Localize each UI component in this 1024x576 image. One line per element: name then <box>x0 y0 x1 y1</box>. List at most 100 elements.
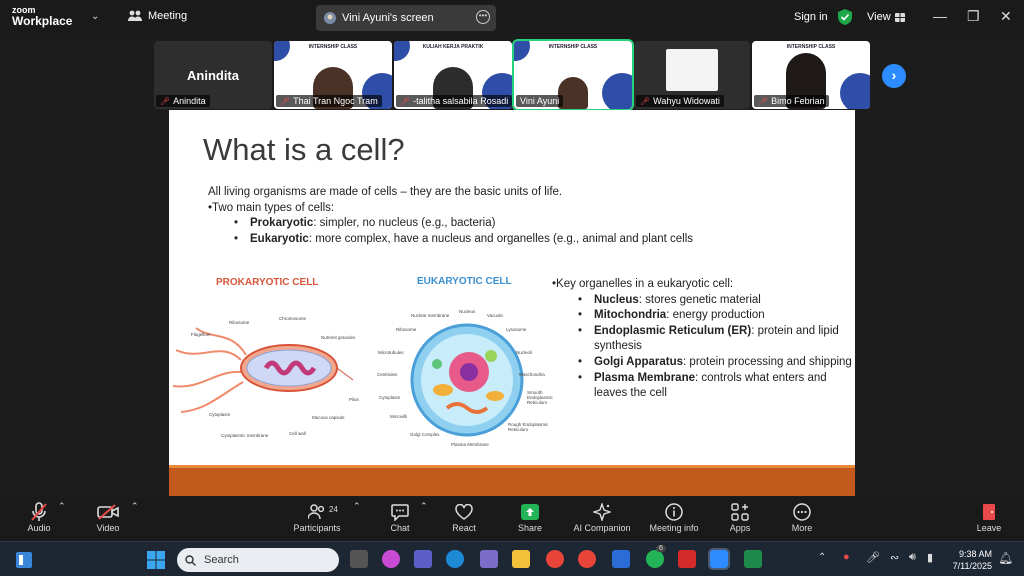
diagram-label: Microvilli <box>390 414 408 419</box>
show-hidden-icons-chevron-icon[interactable]: ⌃ <box>818 552 826 563</box>
word-icon[interactable] <box>612 550 630 568</box>
wifi-icon[interactable]: ∾ <box>890 551 899 564</box>
teams-icon[interactable] <box>414 550 432 568</box>
chat-options-chevron-icon[interactable]: ⌃ <box>420 501 428 512</box>
task-view-icon[interactable] <box>350 550 368 568</box>
widgets-icon[interactable] <box>16 552 32 568</box>
edge-icon[interactable] <box>446 550 464 568</box>
participant-tile[interactable]: INTERNSHIP CLASS 🎤︎ Thai Tran Ngoc Tram <box>274 41 392 109</box>
whatsapp-icon[interactable] <box>646 550 664 568</box>
participants-options-chevron-icon[interactable]: ⌃ <box>353 501 361 512</box>
video-button[interactable]: Video <box>93 501 123 533</box>
chrome-profile-icon[interactable] <box>578 550 596 568</box>
audio-button[interactable]: Audio <box>24 501 54 533</box>
participant-big-name: Anindita <box>187 68 239 83</box>
term: Nucleus <box>594 293 639 306</box>
store-icon[interactable] <box>480 550 498 568</box>
video-header-text: INTERNSHIP CLASS <box>308 44 358 50</box>
screen-tab-label: Vini Ayuni's screen <box>342 12 434 24</box>
minimize-button[interactable]: — <box>933 8 947 24</box>
restore-button[interactable]: ❐ <box>967 8 980 25</box>
list-item: Endoplasmic Reticulum (ER): protein and … <box>578 324 852 355</box>
more-label: More <box>791 523 813 533</box>
slide-title: What is a cell? <box>203 132 405 167</box>
next-page-chevron-icon[interactable]: › <box>882 64 906 88</box>
list-item: Mitochondria: energy production <box>578 308 852 324</box>
zoom-logo-workplace: Workplace <box>12 14 73 28</box>
apps-button[interactable]: Apps <box>726 501 754 533</box>
participant-name: Anindita <box>173 96 206 106</box>
term: Mitochondria <box>594 309 667 322</box>
close-button[interactable]: ✕ <box>1000 8 1012 25</box>
zoom-taskbar-icon[interactable] <box>708 548 730 570</box>
apps-label: Apps <box>729 523 751 533</box>
acrobat-icon[interactable] <box>678 550 696 568</box>
leave-label: Leave <box>976 523 1002 533</box>
clock-date: 7/11/2025 <box>952 561 992 571</box>
diagram-label: Mucous capsule <box>312 415 345 420</box>
meeting-info-label: Meeting info <box>649 523 699 533</box>
audio-options-chevron-icon[interactable]: ⌃ <box>58 501 66 512</box>
react-button[interactable]: React <box>450 501 478 533</box>
app-menu-chevron-icon[interactable]: ⌄ <box>91 11 99 22</box>
more-options-icon[interactable]: ••• <box>476 10 490 24</box>
diagram-label: Pilus <box>349 397 359 402</box>
participant-tile[interactable]: INTERNSHIP CLASS 🎤︎ Bimo Febrian <box>752 41 870 109</box>
more-dots-icon <box>793 503 811 521</box>
meeting-menu[interactable]: Meeting <box>128 10 187 22</box>
notifications-icon[interactable]: 🔔︎ <box>998 551 1013 565</box>
diagram-label: Golgi Complex <box>410 432 440 437</box>
view-button[interactable]: View <box>867 11 905 23</box>
copilot-icon[interactable] <box>382 550 400 568</box>
battery-icon[interactable]: ▮ <box>927 551 933 564</box>
participant-tile[interactable]: 🎤︎ Wahyu Widowati <box>634 41 750 109</box>
muted-mic-icon: 🎤︎ <box>400 96 411 106</box>
participant-name-bar: 🎤︎ Bimo Febrian <box>754 95 829 107</box>
diagram-label: Cytoplasm <box>209 412 231 417</box>
participant-shared-image <box>666 49 718 91</box>
meeting-info-button[interactable]: Meeting info <box>645 501 703 533</box>
list-item: Golgi Apparatus: protein processing and … <box>578 355 852 371</box>
user-avatar-icon <box>324 12 336 24</box>
muted-mic-icon: 🎤︎ <box>280 96 291 106</box>
chrome-icon[interactable] <box>546 550 564 568</box>
types-header: •Two main types of cells: <box>208 201 335 214</box>
more-button[interactable]: More <box>788 501 816 533</box>
share-button[interactable]: Share <box>516 501 544 533</box>
diagram-label: Chromosome <box>279 316 307 321</box>
video-options-chevron-icon[interactable]: ⌃ <box>131 501 139 512</box>
participant-tile[interactable]: Anindita 🎤︎ Anindita <box>154 41 272 109</box>
excel-icon[interactable] <box>744 550 762 568</box>
microphone-tray-icon[interactable]: 🎤︎ <box>866 551 880 564</box>
diagram-label: Plasma Membrane <box>451 442 489 447</box>
participant-name-bar: 🎤︎ Wahyu Widowati <box>636 95 724 107</box>
clock-time: 9:38 AM <box>958 549 992 559</box>
intro-text: All living organisms are made of cells –… <box>208 186 563 198</box>
share-screen-icon <box>521 504 539 520</box>
ai-companion-button[interactable]: AI Companion <box>570 501 634 533</box>
volume-icon[interactable]: 🔊︎ <box>909 551 916 564</box>
taskbar-search[interactable]: Search <box>177 548 339 572</box>
heart-icon <box>455 504 473 520</box>
participant-name-bar: Vini Ayuni <box>516 95 564 107</box>
participant-tile-active-speaker[interactable]: INTERNSHIP CLASS Vini Ayuni <box>512 39 634 111</box>
windows-start-icon[interactable] <box>147 551 165 569</box>
sign-in-button[interactable]: Sign in <box>794 11 828 23</box>
diagram-label: Flagellum <box>191 332 211 337</box>
diagram-label: Nucleus <box>459 309 476 314</box>
participants-icon <box>308 504 325 520</box>
taskbar-clock[interactable]: 9:38 AM 7/11/2025 <box>946 548 992 572</box>
windows-taskbar: Search 6 ⌃ ● 🎤︎ ∾ 🔊︎ ▮ 9:38 AM 7/11/2025… <box>0 541 1024 576</box>
screen-share-tab[interactable]: Vini Ayuni's screen ••• <box>316 5 496 31</box>
tray-app-icon[interactable]: ● <box>843 551 850 563</box>
security-shield-icon[interactable] <box>838 9 852 25</box>
meeting-toolbar: Audio ⌃ Video ⌃ Participants 24 ⌃ Chat ⌃… <box>0 497 1024 541</box>
leave-button[interactable]: Leave <box>974 501 1004 533</box>
file-explorer-icon[interactable] <box>512 550 530 568</box>
diagram-label: Nuclear membrane <box>411 313 450 318</box>
diagram-label: Centrioles <box>377 372 398 377</box>
participant-tile[interactable]: KULIAH KERJA PRAKTIK 🎤︎ -talitha salsabi… <box>394 41 512 109</box>
list-item: Nucleus: stores genetic material <box>578 293 852 309</box>
chat-button[interactable]: Chat <box>388 501 412 533</box>
info-icon <box>665 503 683 521</box>
